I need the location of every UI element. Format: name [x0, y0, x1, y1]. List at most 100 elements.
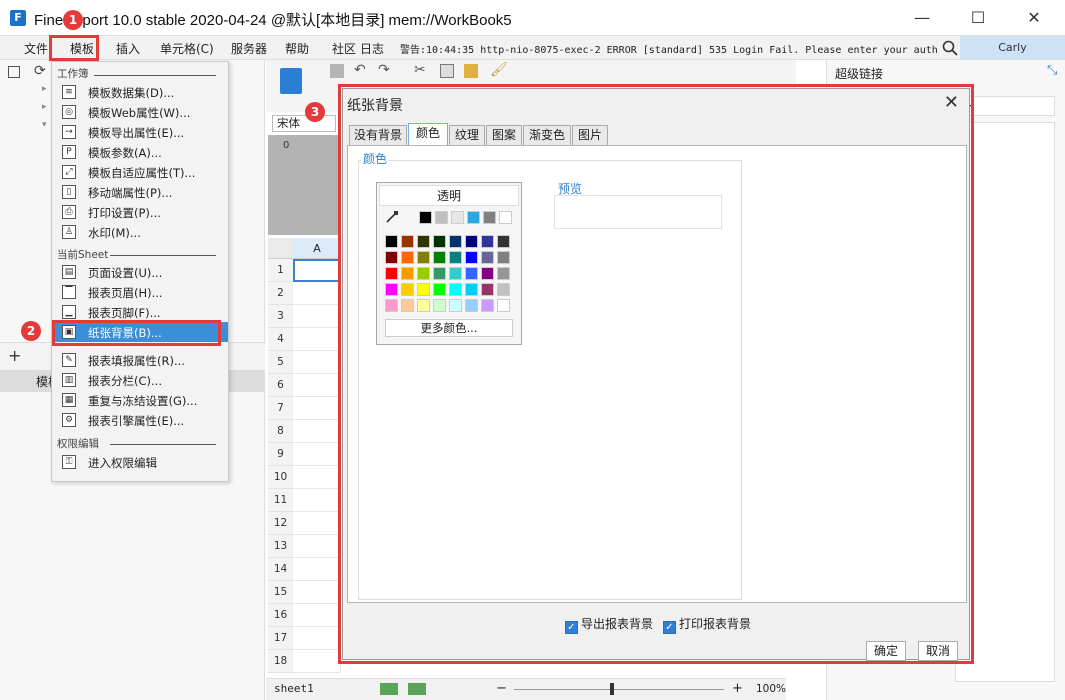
- row-header[interactable]: 5: [268, 351, 293, 374]
- color-swatch[interactable]: [417, 283, 430, 296]
- grid-cell[interactable]: [293, 397, 341, 420]
- menu-item-mobile[interactable]: ▯ 移动端属性(P)...: [52, 182, 228, 202]
- row-header[interactable]: 8: [268, 420, 293, 443]
- color-swatch[interactable]: [497, 283, 510, 296]
- ok-button[interactable]: 确定: [866, 641, 906, 661]
- grid-cell[interactable]: [293, 351, 341, 374]
- color-swatch[interactable]: [385, 283, 398, 296]
- row-header[interactable]: 17: [268, 627, 293, 650]
- row-header[interactable]: 18: [268, 650, 293, 673]
- checkbox-checked-icon[interactable]: ✓: [565, 621, 578, 634]
- color-swatch[interactable]: [417, 235, 430, 248]
- grid-cell[interactable]: [293, 512, 341, 535]
- minimize-button[interactable]: —: [912, 8, 932, 28]
- grid-cell[interactable]: [293, 420, 341, 443]
- grid-cell[interactable]: [293, 535, 341, 558]
- color-swatch[interactable]: [385, 251, 398, 264]
- paste-icon[interactable]: [464, 64, 478, 78]
- new-folder-icon[interactable]: [8, 66, 20, 78]
- menu-item-adaptive[interactable]: ⤢ 模板自适应属性(T)...: [52, 162, 228, 182]
- grid-cell[interactable]: [293, 259, 341, 282]
- tab-no-background[interactable]: 没有背景: [349, 125, 407, 145]
- export-background-checkbox[interactable]: ✓ 导出报表背景: [565, 615, 653, 634]
- zoom-in-icon[interactable]: +: [732, 681, 743, 696]
- transparent-option[interactable]: 透明: [379, 185, 519, 206]
- color-swatch[interactable]: [417, 299, 430, 312]
- row-header[interactable]: 2: [268, 282, 293, 305]
- color-swatch[interactable]: [499, 211, 512, 224]
- color-swatch[interactable]: [481, 251, 494, 264]
- color-swatch[interactable]: [449, 299, 462, 312]
- menu-item-watermark[interactable]: ♙ 水印(M)...: [52, 222, 228, 242]
- tab-gradient[interactable]: 渐变色: [523, 125, 571, 145]
- print-background-checkbox[interactable]: ✓ 打印报表背景: [663, 615, 751, 634]
- undo-icon[interactable]: ↶: [354, 62, 366, 78]
- menu-item-paper-background[interactable]: ▣ 纸张背景(B)...: [52, 322, 228, 342]
- color-swatch[interactable]: [401, 251, 414, 264]
- color-swatch[interactable]: [449, 267, 462, 280]
- add-hyperlink-button[interactable]: +: [955, 96, 1055, 116]
- color-swatch[interactable]: [497, 235, 510, 248]
- menu-item-database[interactable]: ≡ 模板数据集(D)...: [52, 82, 228, 102]
- row-header[interactable]: 14: [268, 558, 293, 581]
- color-swatch[interactable]: [401, 235, 414, 248]
- color-swatch[interactable]: [465, 267, 478, 280]
- add-icon[interactable]: +: [8, 346, 21, 365]
- color-swatch[interactable]: [465, 251, 478, 264]
- color-swatch[interactable]: [401, 299, 414, 312]
- menu-item-columns[interactable]: ▥ 报表分栏(C)...: [52, 370, 228, 390]
- color-swatch[interactable]: [417, 267, 430, 280]
- row-header[interactable]: 15: [268, 581, 293, 604]
- tab-texture[interactable]: 纹理: [449, 125, 485, 145]
- color-swatch[interactable]: [465, 299, 478, 312]
- copy-icon[interactable]: [440, 64, 454, 78]
- color-swatch[interactable]: [433, 267, 446, 280]
- maximize-button[interactable]: ☐: [968, 8, 988, 28]
- zoom-slider[interactable]: [514, 689, 724, 690]
- grid-cell[interactable]: [293, 328, 341, 351]
- color-swatch[interactable]: [465, 235, 478, 248]
- color-swatch[interactable]: [465, 283, 478, 296]
- color-swatch[interactable]: [385, 267, 398, 280]
- menu-item-page-setup[interactable]: ▤ 页面设置(U)...: [52, 262, 228, 282]
- tab-pattern[interactable]: 图案: [486, 125, 522, 145]
- color-swatch[interactable]: [497, 251, 510, 264]
- color-swatch[interactable]: [385, 235, 398, 248]
- menu-insert[interactable]: 插入: [116, 40, 140, 57]
- expand-icon[interactable]: ▸: [42, 84, 47, 94]
- row-header[interactable]: 11: [268, 489, 293, 512]
- add-form-sheet-icon[interactable]: [408, 683, 426, 695]
- menu-item-printer[interactable]: ⎙ 打印设置(P)...: [52, 202, 228, 222]
- tab-color[interactable]: 颜色: [408, 123, 448, 146]
- color-swatch[interactable]: [433, 251, 446, 264]
- color-swatch[interactable]: [449, 235, 462, 248]
- redo-icon[interactable]: ↷: [378, 62, 390, 78]
- color-swatch[interactable]: [385, 299, 398, 312]
- row-header[interactable]: 13: [268, 535, 293, 558]
- color-swatch[interactable]: [467, 211, 480, 224]
- menu-item-footer[interactable]: ▁ 报表页脚(F)...: [52, 302, 228, 322]
- menu-cell[interactable]: 单元格(C): [160, 40, 214, 57]
- cancel-button[interactable]: 取消: [918, 641, 958, 661]
- row-header[interactable]: 10: [268, 466, 293, 489]
- color-swatch[interactable]: [481, 283, 494, 296]
- tab-image[interactable]: 图片: [572, 125, 608, 145]
- row-header[interactable]: 4: [268, 328, 293, 351]
- menu-item-engine[interactable]: ⚙ 报表引擎属性(E)...: [52, 410, 228, 430]
- grid-cell[interactable]: [293, 466, 341, 489]
- user-name[interactable]: Carly: [960, 36, 1065, 60]
- menu-item-export[interactable]: → 模板导出属性(E)...: [52, 122, 228, 142]
- color-swatch[interactable]: [449, 283, 462, 296]
- grid-cell[interactable]: [293, 627, 341, 650]
- menu-item-web[interactable]: ◎ 模板Web属性(W)...: [52, 102, 228, 122]
- menu-file[interactable]: 文件: [24, 40, 48, 57]
- close-window-button[interactable]: ✕: [1024, 8, 1044, 28]
- grid-cell[interactable]: [293, 374, 341, 397]
- menu-item-permission[interactable]: ⚿ 进入权限编辑: [52, 452, 228, 472]
- color-swatch[interactable]: [433, 235, 446, 248]
- menu-template[interactable]: 模板: [70, 40, 94, 57]
- grid-cell[interactable]: [293, 489, 341, 512]
- collapse-icon[interactable]: ⤡: [1047, 63, 1057, 78]
- menu-item-parameter[interactable]: P 模板参数(A)...: [52, 142, 228, 162]
- select-all-corner[interactable]: [268, 238, 293, 259]
